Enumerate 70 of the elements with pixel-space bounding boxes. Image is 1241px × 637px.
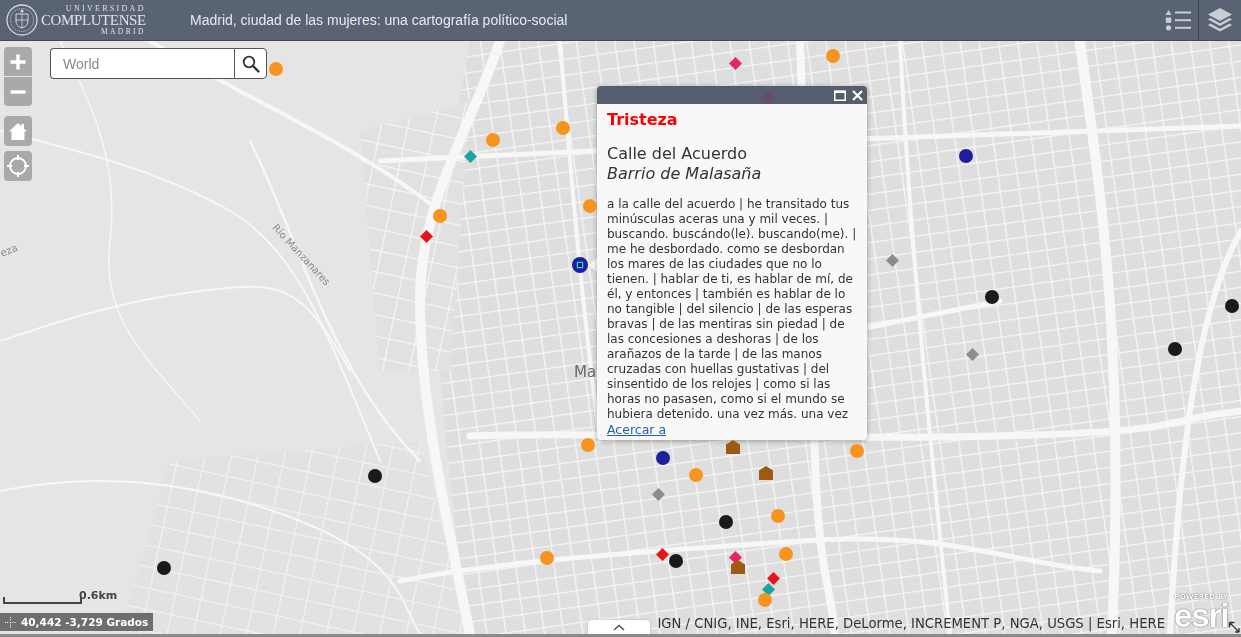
layers-icon[interactable]: [1207, 7, 1233, 33]
dot-marker-icon[interactable]: [689, 468, 703, 482]
dot-marker-icon[interactable]: [771, 509, 785, 523]
dot-marker-icon[interactable]: [1168, 342, 1182, 356]
logo-top-line: UNIVERSIDAD: [65, 4, 146, 13]
crosshair-icon: [7, 155, 29, 177]
search-icon: [241, 54, 260, 73]
zoom-in-button[interactable]: [4, 47, 32, 76]
coordinates-text: 40,442 -3,729 Grados: [21, 616, 149, 628]
diamond-marker-icon[interactable]: [761, 90, 775, 104]
dot-marker-icon[interactable]: [959, 149, 973, 163]
home-icon: [8, 121, 28, 141]
collapse-tab[interactable]: [588, 620, 650, 634]
diamond-marker-icon[interactable]: [419, 229, 433, 243]
attribution-text: IGN / CNIG, INE, Esri, HERE, DeLorme, INCREMENT P, NGA, USGS | Esri, HERE: [657, 615, 1165, 632]
plus-icon: [9, 52, 27, 71]
dot-marker-icon[interactable]: [850, 444, 864, 458]
dot-marker-icon[interactable]: [269, 62, 283, 76]
diamond-marker-icon[interactable]: [761, 582, 775, 596]
dot-marker-icon[interactable]: [669, 554, 683, 568]
diamond-marker-icon[interactable]: [655, 547, 669, 561]
house-marker-icon[interactable]: [731, 560, 745, 574]
locate-button[interactable]: [4, 151, 32, 181]
dot-marker-icon[interactable]: [985, 290, 999, 304]
scale-label: 0.6km: [79, 589, 118, 602]
map-label: Ma: [574, 365, 597, 380]
logo-name: COMPLUTENSE: [41, 12, 146, 28]
diamond-marker-icon[interactable]: [728, 550, 742, 564]
dot-marker-icon[interactable]: [779, 547, 793, 561]
dot-marker-icon[interactable]: [583, 199, 597, 213]
dot-marker-icon[interactable]: [368, 469, 382, 483]
dot-marker-icon[interactable]: [486, 133, 500, 147]
dot-marker-icon[interactable]: [581, 438, 595, 452]
dot-marker-icon[interactable]: [540, 551, 554, 565]
close-icon[interactable]: [852, 89, 863, 101]
dot-marker-icon[interactable]: [157, 561, 171, 575]
maximize-icon[interactable]: [834, 89, 846, 101]
zoom-to-link[interactable]: Acercar a: [607, 422, 667, 438]
dot-marker-icon[interactable]: [758, 593, 772, 607]
search-field[interactable]: World: [50, 48, 234, 79]
category-label: Tristeza: [607, 110, 679, 130]
dot-marker-icon[interactable]: [656, 451, 670, 465]
diamond-marker-icon[interactable]: [728, 56, 742, 70]
place-subtitle: Barrio de Malasaña: [607, 164, 763, 183]
emblem-icon: [6, 4, 38, 36]
home-button[interactable]: [4, 116, 32, 146]
diagonal-arrow-icon[interactable]: [1228, 621, 1241, 634]
caret-icon: [613, 623, 625, 631]
map-label: eza: [0, 242, 20, 259]
house-marker-icon[interactable]: [759, 466, 773, 480]
dot-marker-icon[interactable]: [719, 515, 733, 529]
app-title: Madrid, ciudad de las mujeres: una cartografía político-social: [190, 12, 569, 28]
diamond-marker-icon[interactable]: [463, 149, 477, 163]
dot-marker-icon[interactable]: [433, 209, 447, 223]
dot-marker-icon[interactable]: [1225, 299, 1239, 313]
legend-list-icon[interactable]: [1163, 9, 1191, 31]
dot-marker-icon[interactable]: [556, 121, 570, 135]
dot-marker-icon[interactable]: [826, 49, 840, 63]
logo-wordmark: esri: [1174, 599, 1229, 632]
description-text: a la calle del acuerdo | he transitado tus minúsculas aceras una y mil veces. | buscando. buscándo(le). buscando(me). | me he desbordado. como se desbordan los mares de las ciudades que no lo tienen. | hablar de ti, es hablar de mí, de él, y entonces | también es hablar de lo no tangible | del silencio | de las esperas bravas | de las mentiras sin piedad | de las concesiones a deshoras | de los arañazos de la tarde | de las manos cruzadas con huellas gustativas | del sinsentido de los relojes | como si las horas no pasasen, como si el mundo se hubiera detenido. una vez más. una vez: [607, 197, 858, 422]
place-title: Calle del Acuerdo: [607, 144, 748, 164]
search-button[interactable]: [234, 48, 267, 79]
diamond-marker-icon[interactable]: [651, 487, 665, 501]
selected-dot-marker-icon[interactable]: [572, 257, 588, 273]
diamond-marker-icon[interactable]: [885, 253, 899, 267]
diamond-marker-icon[interactable]: [766, 571, 780, 585]
crosshair-icon: [5, 616, 16, 628]
diamond-marker-icon[interactable]: [965, 347, 979, 361]
minus-icon: [9, 89, 27, 94]
zoom-out-button[interactable]: [4, 77, 32, 106]
